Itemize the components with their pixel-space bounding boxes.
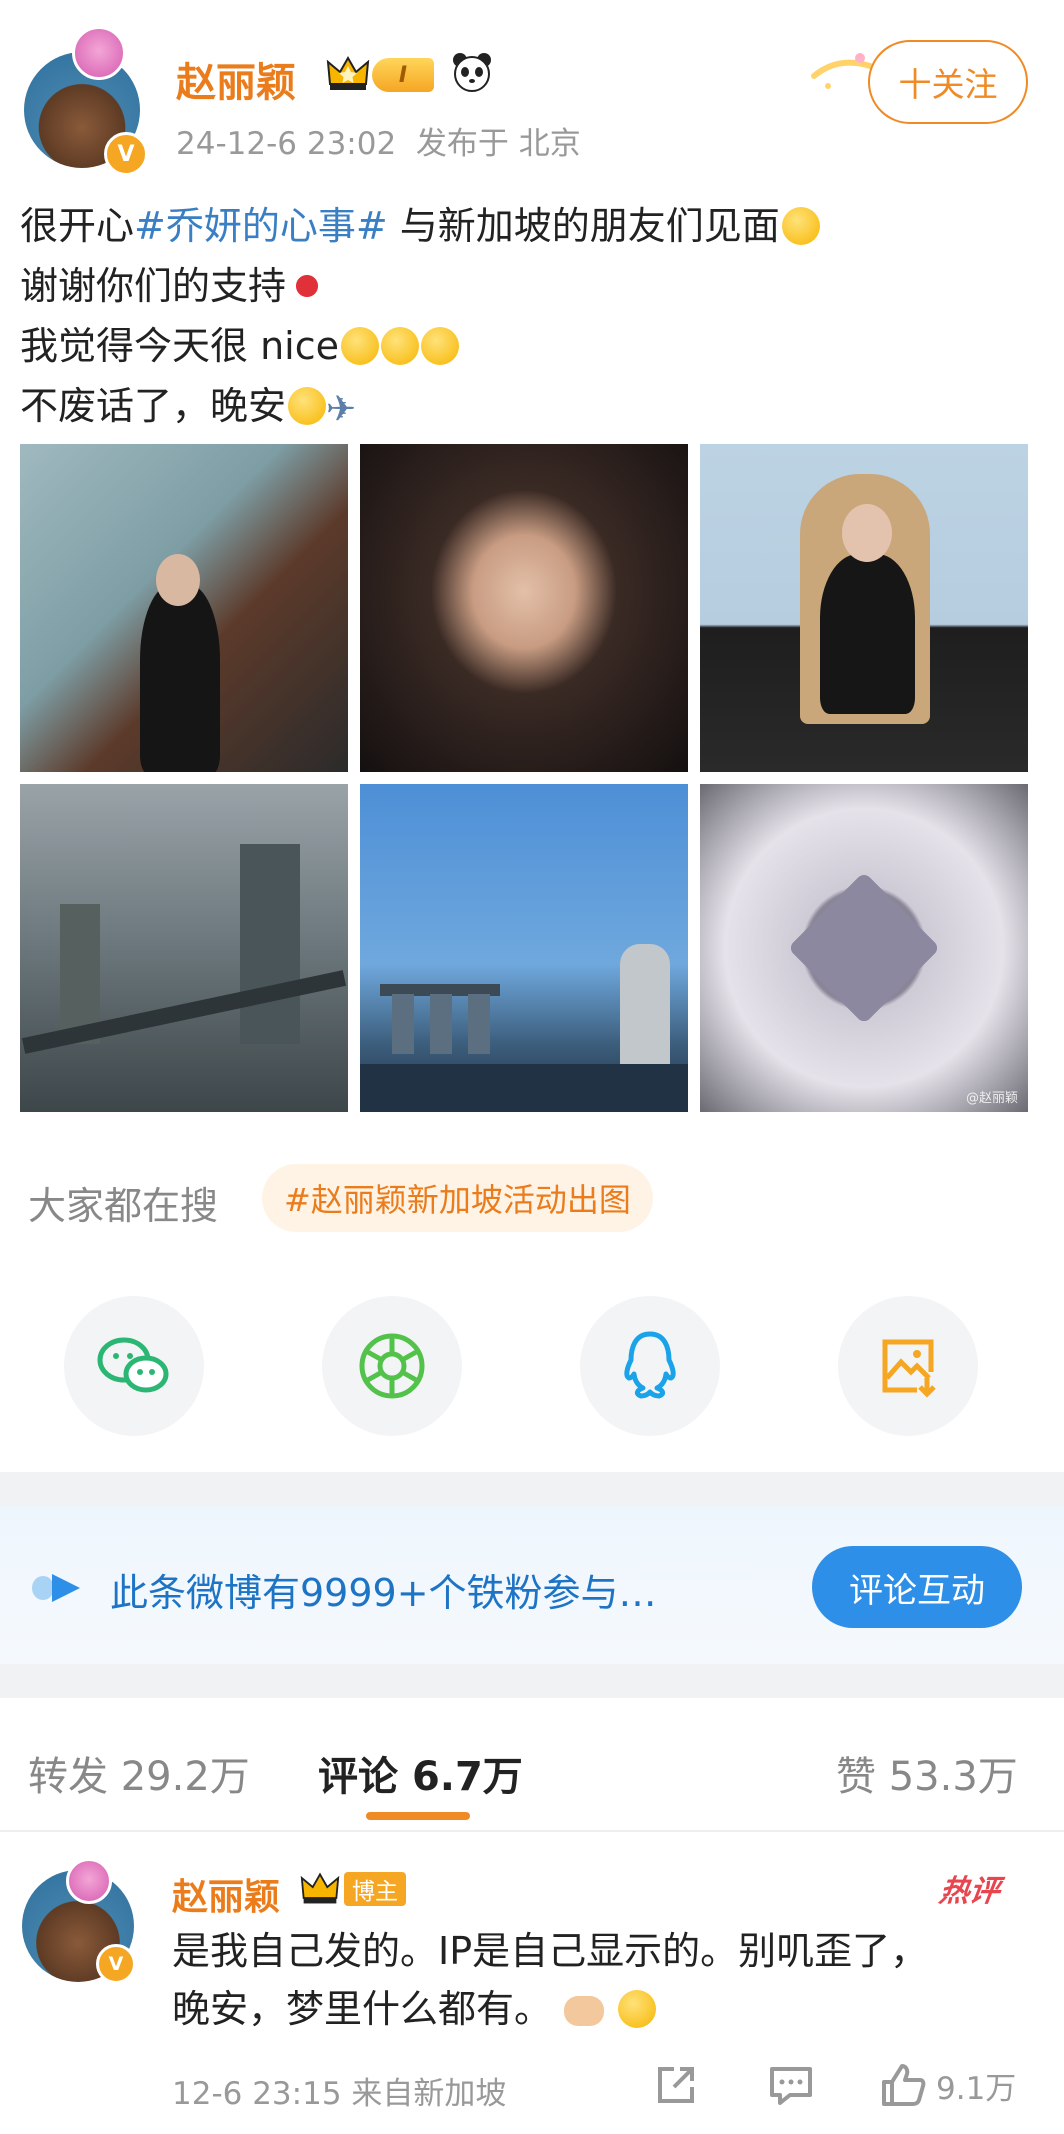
hot-search-label: 大家都在搜 xyxy=(28,1184,219,1228)
comment-reply-button[interactable] xyxy=(768,2062,814,2108)
smile-emoji-icon xyxy=(341,327,379,365)
author-tag-badge: 博主 xyxy=(344,1872,406,1906)
post-line1-suffix: 与新加坡的朋友们见面 xyxy=(387,204,780,248)
avatar-pendant-icon xyxy=(66,1858,112,1904)
qq-icon xyxy=(624,1331,676,1399)
sparkle-decoration-icon xyxy=(811,53,873,89)
tab-divider xyxy=(0,1830,1064,1832)
section-divider xyxy=(0,1664,1064,1698)
tab-repost-count: 29.2万 xyxy=(120,1754,250,1800)
comment-interact-button[interactable]: 评论互动 xyxy=(812,1546,1022,1628)
moments-icon xyxy=(359,1333,425,1399)
rose-emoji-icon xyxy=(288,267,327,305)
comment-time: 12-6 23:15 xyxy=(172,2076,342,2112)
follow-label: 十关注 xyxy=(898,65,998,104)
post-meta: 24-12-6 23:02 发布于 北京 xyxy=(176,118,581,163)
grin-emoji-icon xyxy=(618,1990,657,2028)
post-line4: 不废话了，晚安 xyxy=(20,384,287,428)
author-name[interactable]: 赵丽颖 xyxy=(176,50,296,108)
comment-source: 来自新加坡 xyxy=(351,2076,507,2112)
follow-button[interactable]: 十关注 xyxy=(868,40,1028,124)
post-line3: 我觉得今天很 nice xyxy=(20,324,339,368)
hot-search-topic[interactable]: #赵丽颖新加坡活动出图 xyxy=(262,1164,653,1232)
photo-3[interactable] xyxy=(700,444,1028,772)
image-watermark: @赵丽颖 xyxy=(965,1091,1018,1106)
verified-badge-icon: V xyxy=(104,132,148,176)
airplane-emoji-icon: ✈ xyxy=(326,389,357,430)
smile-emoji-icon xyxy=(381,327,419,365)
comment-like-count: 9.1万 xyxy=(936,2070,1017,2107)
active-tab-indicator xyxy=(366,1812,470,1820)
post-location: 发布于 北京 xyxy=(415,126,581,162)
tab-repost-label: 转发 xyxy=(28,1754,108,1800)
reply-icon xyxy=(770,2067,812,2105)
photo-4[interactable] xyxy=(20,784,348,1112)
handshake-emoji-icon xyxy=(564,1996,605,2026)
photo-5[interactable] xyxy=(360,784,688,1112)
share-wechat-button[interactable] xyxy=(64,1296,204,1436)
crown-icon xyxy=(300,1872,340,1904)
share-moments-button[interactable] xyxy=(322,1296,462,1436)
comment-repost-button[interactable] xyxy=(654,2062,698,2108)
photo-2[interactable] xyxy=(360,444,688,772)
post-line2: 谢谢你们的支持 xyxy=(20,264,287,308)
section-divider xyxy=(0,1472,1064,1506)
post-hashtag-link[interactable]: #乔妍的心事# xyxy=(134,204,388,248)
level-badge: I xyxy=(372,58,434,92)
smile-emoji-icon xyxy=(421,327,459,365)
hug-face-emoji-icon xyxy=(781,207,820,245)
comment-meta: 12-6 23:15 来自新加坡 xyxy=(172,2068,506,2113)
tab-comment[interactable]: 评论 6.7万 xyxy=(318,1744,523,1802)
sleepy-emoji-icon xyxy=(288,387,327,425)
photo-6[interactable]: @赵丽颖 xyxy=(700,784,1028,1112)
fans-banner-text: 此条微博有9999+个铁粉参与… xyxy=(110,1571,657,1615)
fans-stream-icon xyxy=(32,1574,80,1602)
save-image-icon xyxy=(882,1339,936,1398)
comment-line1: 是我自己发的。IP是自己显示的。别叽歪了， xyxy=(172,1929,929,1973)
post-body: 很开心#乔妍的心事# 与新加坡的朋友们见面 谢谢你们的支持 我觉得今天很 nic… xyxy=(20,196,1040,436)
save-image-button[interactable] xyxy=(838,1296,978,1436)
avatar-pendant-icon xyxy=(72,26,126,80)
tab-like-count: 53.3万 xyxy=(888,1754,1018,1800)
panda-icon xyxy=(453,53,491,92)
tab-like-label: 赞 xyxy=(836,1754,876,1800)
hot-comment-badge: 热评 xyxy=(937,1874,1002,1909)
verified-badge-icon: V xyxy=(96,1944,136,1984)
thumbs-up-icon xyxy=(882,2064,926,2106)
tab-comment-count: 6.7万 xyxy=(411,1754,523,1800)
post-line1-prefix: 很开心 xyxy=(20,204,135,248)
share-qq-button[interactable] xyxy=(580,1296,720,1436)
comment-line2: 晚安，梦里什么都有。 xyxy=(172,1987,553,2031)
crown-icon xyxy=(326,55,370,90)
photo-1[interactable] xyxy=(20,444,348,772)
comment-body: 是我自己发的。IP是自己显示的。别叽歪了， 晚安，梦里什么都有。 xyxy=(172,1922,1052,2038)
comment-author-name[interactable]: 赵丽颖 xyxy=(172,1868,280,1920)
image-grid: @赵丽颖 xyxy=(20,444,1028,1114)
repost-icon xyxy=(658,2067,694,2103)
comment-like-button[interactable]: 9.1万 xyxy=(880,2062,1016,2108)
post-timestamp: 24-12-6 23:02 xyxy=(176,126,397,162)
tab-repost[interactable]: 转发 29.2万 xyxy=(28,1744,250,1802)
tab-like[interactable]: 赞 53.3万 xyxy=(836,1744,1018,1802)
tab-comment-label: 评论 xyxy=(318,1754,398,1800)
wechat-icon xyxy=(97,1337,169,1393)
